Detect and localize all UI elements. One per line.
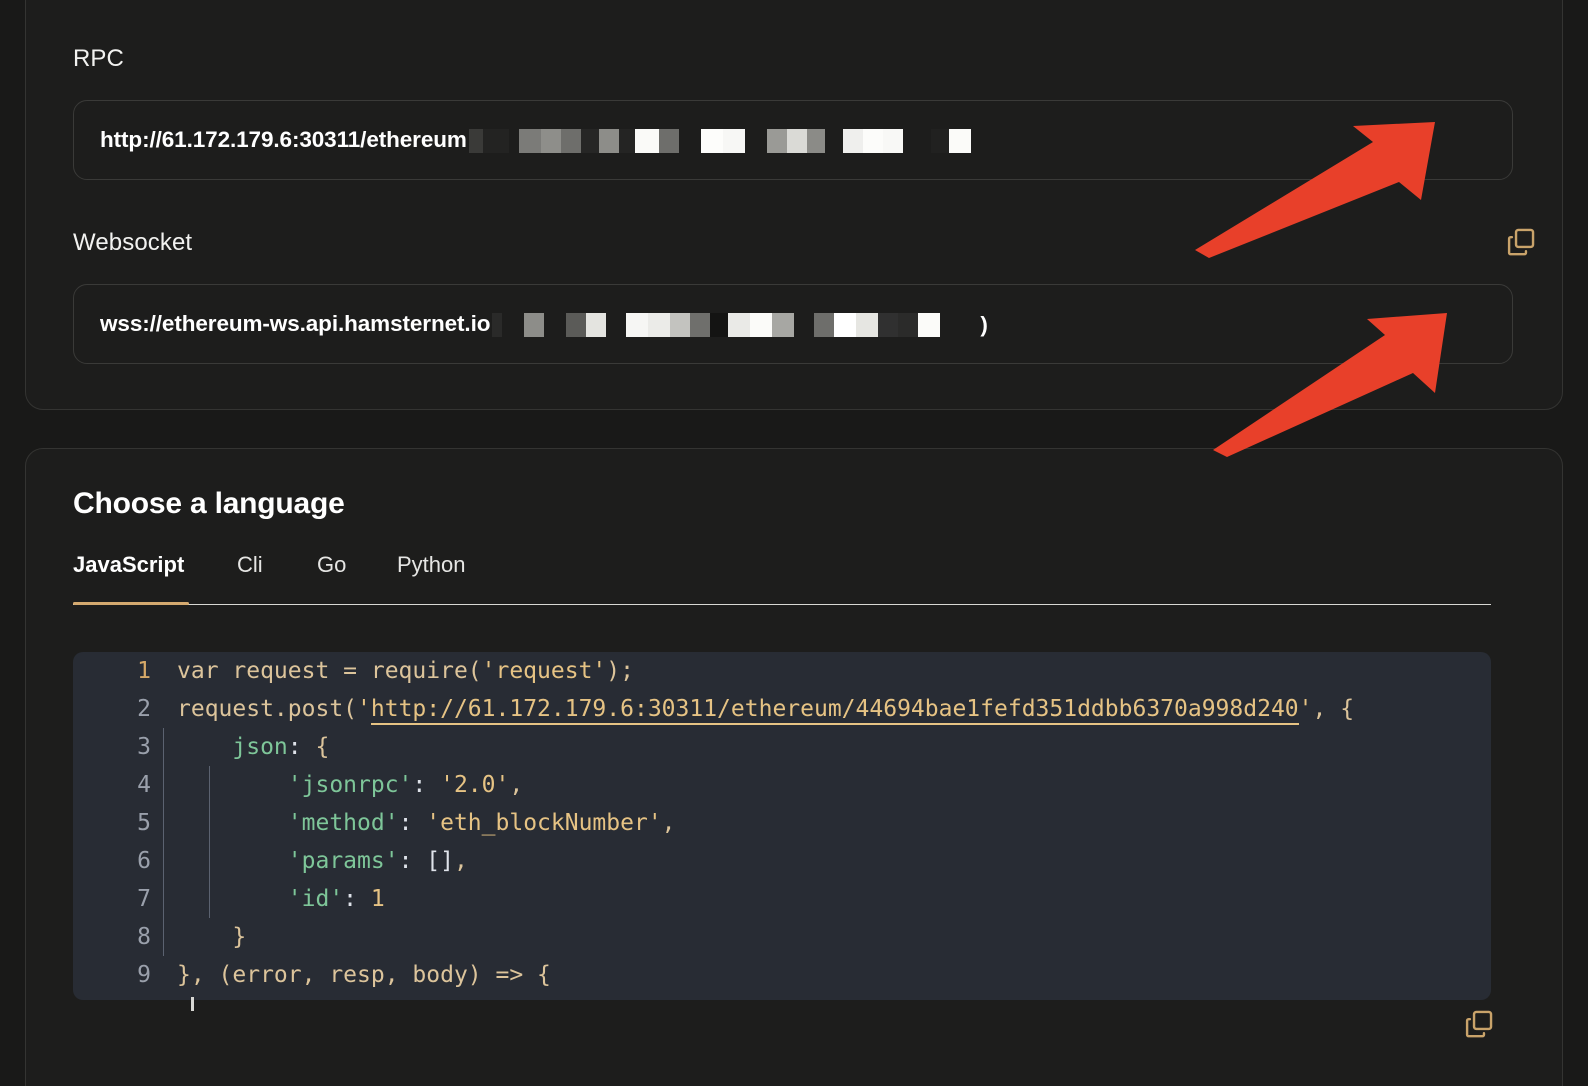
copy-icon [1507,228,1535,256]
tab-cli[interactable]: Cli [237,552,263,578]
rpc-endpoint-value-text: http://61.172.179.6:30311/ethereum [100,127,467,152]
line-number: 7 [137,886,151,912]
websocket-redaction-mosaic [492,313,967,338]
websocket-endpoint-value-text: wss://ethereum-ws.api.hamsternet.io [100,311,491,336]
rpc-endpoint-value: http://61.172.179.6:30311/ethereum [100,101,971,179]
page-root: RPC http://61.172.179.6:30311/ethereum W… [0,0,1588,1086]
code-line: 7 'id': 1 [73,880,1491,918]
line-number: 8 [137,924,151,950]
tab-javascript[interactable]: JavaScript [73,552,184,578]
copy-icon [1465,1010,1493,1038]
code-url[interactable]: http://61.172.179.6:30311/ethereum/44694… [370,696,1299,725]
websocket-trailing-paren: ) [980,312,988,338]
rpc-label: RPC [73,45,124,72]
code-line: 2 request.post('http://61.172.179.6:30311… [73,690,1491,728]
tab-python[interactable]: Python [397,552,466,578]
language-tabs: JavaScript Cli Go Python [73,552,1491,608]
rpc-redaction-mosaic [468,129,971,154]
code-block[interactable]: 1 var request = require('request'); 2 requ… [73,652,1491,1000]
line-number: 2 [137,696,151,722]
code-line: 1 var request = require('request'); [73,652,1491,690]
line-number: 9 [137,962,151,988]
line-number: 4 [137,772,151,798]
code-line: 9}, (error, resp, body) => { [73,956,1491,994]
code-line: 5 'method': 'eth_blockNumber', [73,804,1491,842]
line-number: 3 [137,734,151,760]
code-copy-button[interactable] [1462,1007,1496,1041]
tab-go[interactable]: Go [317,552,346,578]
line-number: 6 [137,848,151,874]
code-line: 3 json: { [73,728,1491,766]
line-number: 1 [137,658,151,684]
tabs-divider [73,604,1491,605]
code-cursor [191,997,194,1011]
websocket-endpoint-value: wss://ethereum-ws.api.hamsternet.io ) [100,285,988,363]
code-line: 8 } [73,918,1491,956]
websocket-endpoint-field[interactable]: wss://ethereum-ws.api.hamsternet.io ) [73,284,1535,623]
rpc-endpoint-field[interactable]: http://61.172.179.6:30311/ethereum [73,100,1535,256]
websocket-label: Websocket [73,229,193,256]
code-line: 6 'params': [], [73,842,1491,880]
code-line: 4 'jsonrpc': '2.0', [73,766,1491,804]
choose-language-title: Choose a language [73,487,345,520]
line-number: 5 [137,810,151,836]
rpc-copy-button[interactable] [1504,225,1538,259]
active-tab-indicator [73,602,189,605]
